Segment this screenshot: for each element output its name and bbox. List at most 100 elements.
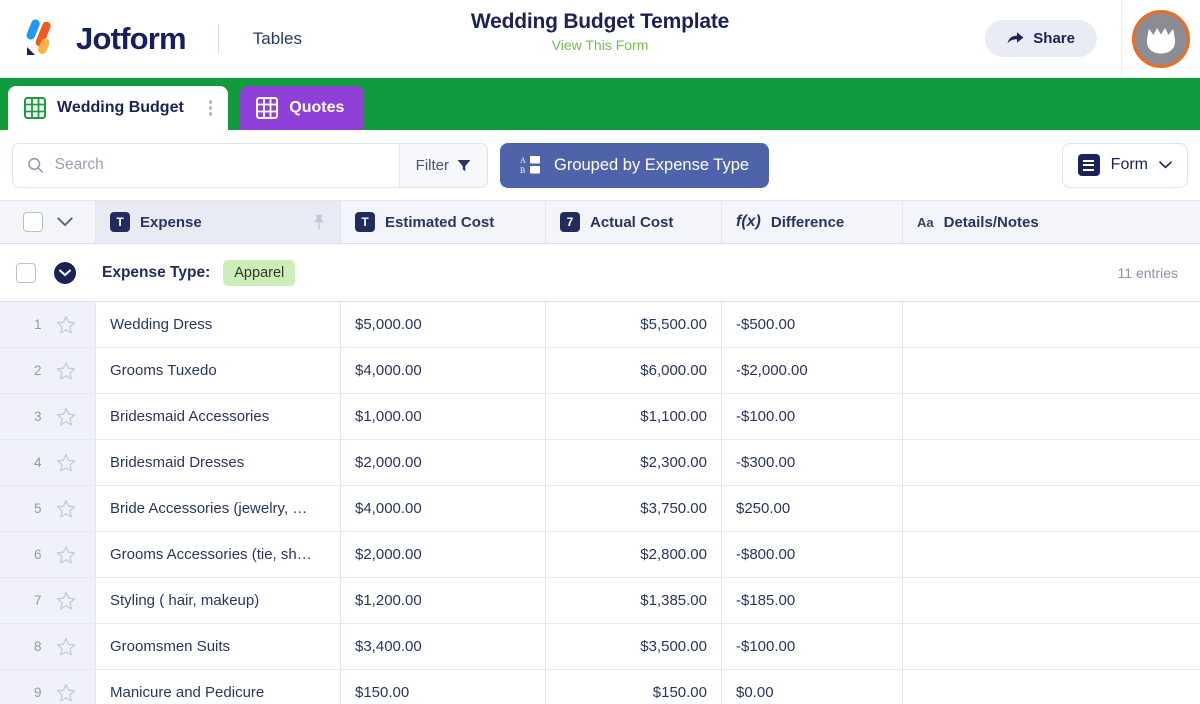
cell-details-notes[interactable] [903, 486, 1200, 531]
text-field-icon: T [355, 212, 375, 232]
cell-difference[interactable]: -$300.00 [722, 440, 903, 485]
cell-estimated-cost[interactable]: $4,000.00 [341, 348, 546, 393]
cell-difference[interactable]: $0.00 [722, 670, 903, 704]
cell-difference[interactable]: -$100.00 [722, 624, 903, 669]
column-header-estimated-cost[interactable]: T Estimated Cost [341, 201, 546, 243]
formula-field-icon: f(x) [736, 213, 761, 230]
star-icon[interactable] [56, 407, 76, 427]
cell-actual-cost[interactable]: $2,300.00 [546, 440, 722, 485]
cell-estimated-cost[interactable]: $1,200.00 [341, 578, 546, 623]
cell-details-notes[interactable] [903, 302, 1200, 347]
filter-button[interactable]: Filter [398, 143, 487, 187]
cell-estimated-cost[interactable]: $4,000.00 [341, 486, 546, 531]
group-field-label: Expense Type: [102, 263, 211, 281]
cell-actual-cost[interactable]: $5,500.00 [546, 302, 722, 347]
cell-expense[interactable]: Grooms Accessories (tie, sh… [96, 532, 341, 577]
cell-expense[interactable]: Bride Accessories (jewelry, … [96, 486, 341, 531]
cell-actual-cost[interactable]: $6,000.00 [546, 348, 722, 393]
cell-difference[interactable]: -$500.00 [722, 302, 903, 347]
cell-value: $1,100.00 [640, 408, 707, 425]
table-row[interactable]: 1 Wedding Dress $5,000.00 $5,500.00 -$50… [0, 302, 1200, 348]
row-gutter: 2 [0, 348, 96, 393]
cell-estimated-cost[interactable]: $2,000.00 [341, 440, 546, 485]
group-by-button[interactable]: A B Grouped by Expense Type [500, 142, 770, 188]
cell-details-notes[interactable] [903, 440, 1200, 485]
cell-estimated-cost[interactable]: $3,400.00 [341, 624, 546, 669]
cell-expense[interactable]: Manicure and Pedicure [96, 670, 341, 704]
cell-value: $6,000.00 [640, 362, 707, 379]
column-header-actual-cost[interactable]: 7 Actual Cost [546, 201, 722, 243]
table-row[interactable]: 8 Groomsmen Suits $3,400.00 $3,500.00 -$… [0, 624, 1200, 670]
view-form-link[interactable]: View This Form [0, 37, 1200, 53]
cell-details-notes[interactable] [903, 348, 1200, 393]
star-icon[interactable] [56, 361, 76, 381]
cell-difference[interactable]: $250.00 [722, 486, 903, 531]
cell-value: $150.00 [652, 684, 707, 701]
group-select-checkbox[interactable] [16, 262, 36, 283]
tab-quotes[interactable]: Quotes [240, 86, 365, 130]
cell-difference[interactable]: -$800.00 [722, 532, 903, 577]
table-row[interactable]: 4 Bridesmaid Dresses $2,000.00 $2,300.00… [0, 440, 1200, 486]
cell-estimated-cost[interactable]: $2,000.00 [341, 532, 546, 577]
cell-actual-cost[interactable]: $150.00 [546, 670, 722, 704]
cell-actual-cost[interactable]: $3,500.00 [546, 624, 722, 669]
table-row[interactable]: 9 Manicure and Pedicure $150.00 $150.00 … [0, 670, 1200, 704]
cell-difference[interactable]: -$2,000.00 [722, 348, 903, 393]
column-header-expense[interactable]: T Expense [96, 201, 341, 243]
cell-details-notes[interactable] [903, 394, 1200, 439]
cell-details-notes[interactable] [903, 532, 1200, 577]
group-collapse-toggle[interactable] [54, 261, 76, 284]
cell-expense[interactable]: Styling ( hair, makeup) [96, 578, 341, 623]
search-field[interactable] [13, 144, 399, 187]
cell-details-notes[interactable] [903, 578, 1200, 623]
cell-expense[interactable]: Wedding Dress [96, 302, 341, 347]
star-icon[interactable] [56, 315, 76, 335]
cell-estimated-cost[interactable]: $1,000.00 [341, 394, 546, 439]
column-header-details-notes[interactable]: Aa Details/Notes [903, 201, 1200, 243]
cell-value: $2,000.00 [355, 454, 422, 471]
star-icon[interactable] [56, 637, 76, 657]
cell-difference[interactable]: -$100.00 [722, 394, 903, 439]
cell-expense[interactable]: Grooms Tuxedo [96, 348, 341, 393]
tab-wedding-budget[interactable]: Wedding Budget [8, 86, 229, 130]
cell-value: Bridesmaid Dresses [110, 454, 245, 471]
cell-actual-cost[interactable]: $2,800.00 [546, 532, 722, 577]
cell-difference[interactable]: -$185.00 [722, 578, 903, 623]
table-row[interactable]: 2 Grooms Tuxedo $4,000.00 $6,000.00 -$2,… [0, 348, 1200, 394]
table-row[interactable]: 5 Bride Accessories (jewelry, … $4,000.0… [0, 486, 1200, 532]
star-icon[interactable] [56, 453, 76, 473]
cell-details-notes[interactable] [903, 624, 1200, 669]
cell-value: $3,500.00 [640, 638, 707, 655]
star-icon[interactable] [56, 499, 76, 519]
star-icon[interactable] [56, 683, 76, 703]
pin-icon[interactable] [312, 214, 326, 230]
row-number: 1 [33, 317, 42, 332]
cell-estimated-cost[interactable]: $5,000.00 [341, 302, 546, 347]
cell-details-notes[interactable] [903, 670, 1200, 704]
table-header-row: T Expense T Estimated Cost 7 Actual Cost… [0, 200, 1200, 244]
chevron-down-icon[interactable] [56, 217, 73, 227]
table-row[interactable]: 6 Grooms Accessories (tie, sh… $2,000.00… [0, 532, 1200, 578]
cell-value: $1,000.00 [355, 408, 422, 425]
search-input[interactable] [54, 156, 399, 174]
cell-expense[interactable]: Bridesmaid Accessories [96, 394, 341, 439]
cell-value: Grooms Accessories (tie, sh… [110, 546, 312, 563]
cell-actual-cost[interactable]: $1,100.00 [546, 394, 722, 439]
cell-value: $250.00 [736, 500, 791, 517]
cell-value: Groomsmen Suits [110, 638, 231, 655]
cell-expense[interactable]: Groomsmen Suits [96, 624, 341, 669]
column-label: Expense [140, 213, 202, 231]
form-switch-button[interactable]: Form [1061, 142, 1188, 188]
tab-menu-icon[interactable] [207, 98, 215, 118]
cell-expense[interactable]: Bridesmaid Dresses [96, 440, 341, 485]
cell-estimated-cost[interactable]: $150.00 [341, 670, 546, 704]
cell-actual-cost[interactable]: $3,750.00 [546, 486, 722, 531]
cell-actual-cost[interactable]: $1,385.00 [546, 578, 722, 623]
star-icon[interactable] [56, 545, 76, 565]
table-row[interactable]: 7 Styling ( hair, makeup) $1,200.00 $1,3… [0, 578, 1200, 624]
column-header-difference[interactable]: f(x) Difference [722, 201, 903, 243]
table-row[interactable]: 3 Bridesmaid Accessories $1,000.00 $1,10… [0, 394, 1200, 440]
group-entry-count: 11 entries [1117, 264, 1178, 281]
select-all-checkbox[interactable] [22, 212, 43, 232]
star-icon[interactable] [56, 591, 76, 611]
